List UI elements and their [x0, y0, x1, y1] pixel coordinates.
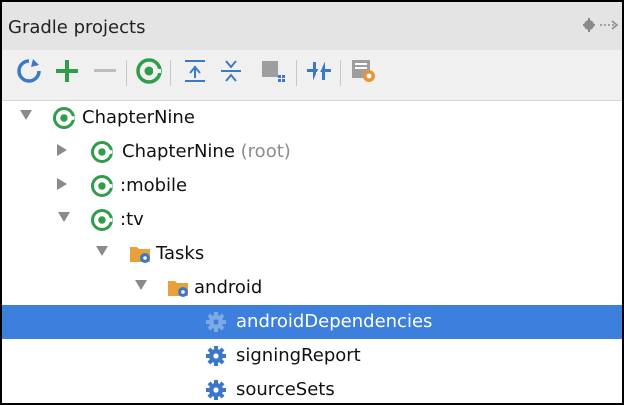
tree-node-chapternine-root[interactable]: ChapterNine (root) — [2, 135, 622, 169]
tree-node-chapternine[interactable]: ChapterNine — [2, 101, 622, 135]
tree-label: Tasks — [156, 243, 205, 264]
gradle-module-icon — [91, 175, 113, 197]
tree-node-androiddependencies[interactable]: androidDependencies — [2, 305, 622, 339]
project-tree: ChapterNine ChapterNine (root) :mobile:… — [2, 101, 622, 403]
tree-node-sourcesets[interactable]: sourceSets — [2, 373, 622, 403]
refresh-all-projects-icon[interactable] — [14, 56, 44, 86]
tree-node-mobile[interactable]: :mobile — [2, 169, 622, 203]
gradle-project-icon — [53, 107, 75, 129]
tree-node-tv[interactable]: :tv — [2, 203, 622, 237]
group-tasks-icon[interactable] — [258, 56, 288, 86]
tree-label: androidDependencies — [236, 311, 433, 332]
expanded-arrow-icon[interactable] — [20, 110, 32, 120]
gear-icon — [206, 312, 226, 332]
tree-label: ChapterNine — [82, 107, 195, 128]
expanded-arrow-icon[interactable] — [135, 280, 147, 290]
expanded-arrow-icon[interactable] — [58, 212, 70, 222]
tree-node-signingreport[interactable]: signingReport — [2, 339, 622, 373]
gradle-projects-panel: Gradle projects ChapterNine ChapterNine … — [0, 0, 624, 405]
panel-header: Gradle projects — [2, 2, 622, 50]
tree-node-tasks[interactable]: Tasks — [2, 237, 622, 271]
toggle-offline-mode-icon[interactable] — [304, 56, 334, 86]
add-project-icon[interactable] — [52, 56, 82, 86]
tree-label: sourceSets — [236, 379, 335, 400]
tasks-folder-icon — [168, 281, 188, 297]
toolbar — [2, 50, 622, 101]
gear-icon — [206, 380, 226, 400]
gradle-module-icon — [91, 209, 113, 231]
expand-all-icon[interactable] — [180, 56, 210, 86]
collapsed-arrow-icon[interactable] — [57, 178, 67, 190]
gradle-module-icon — [91, 141, 113, 163]
gear-icon — [206, 346, 226, 366]
panel-title: Gradle projects — [8, 17, 146, 38]
expanded-arrow-icon[interactable] — [96, 246, 108, 256]
gradle-settings-icon[interactable] — [348, 56, 378, 86]
hide-panel-icon[interactable] — [580, 16, 620, 34]
tree-label: :mobile — [120, 175, 188, 196]
tasks-folder-icon — [130, 247, 150, 263]
collapse-all-icon[interactable] — [216, 56, 246, 86]
tree-node-android[interactable]: android — [2, 271, 622, 305]
tree-label: :tv — [120, 209, 144, 230]
execute-gradle-task-icon[interactable] — [134, 56, 164, 86]
collapsed-arrow-icon[interactable] — [57, 144, 67, 156]
tree-label: android — [194, 277, 263, 298]
tree-label: signingReport — [236, 345, 361, 366]
tree-label: ChapterNine (root) — [122, 141, 291, 162]
remove-project-icon[interactable] — [90, 56, 120, 86]
